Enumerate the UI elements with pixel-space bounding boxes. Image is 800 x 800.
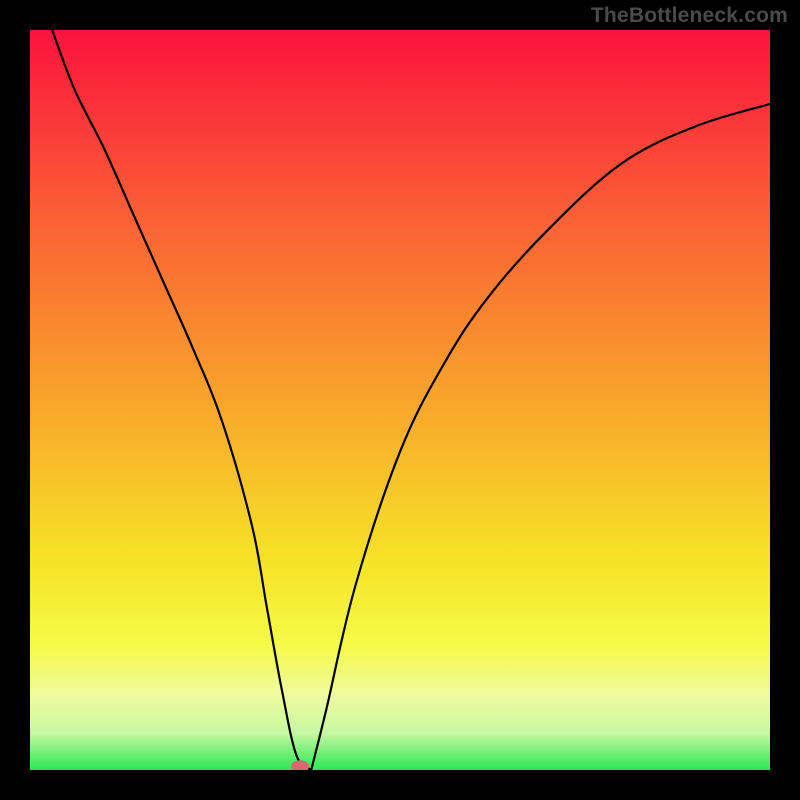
chart-svg [30,30,770,770]
plot-area [30,30,770,770]
chart-frame: TheBottleneck.com [0,0,800,800]
watermark-text: TheBottleneck.com [591,4,788,28]
